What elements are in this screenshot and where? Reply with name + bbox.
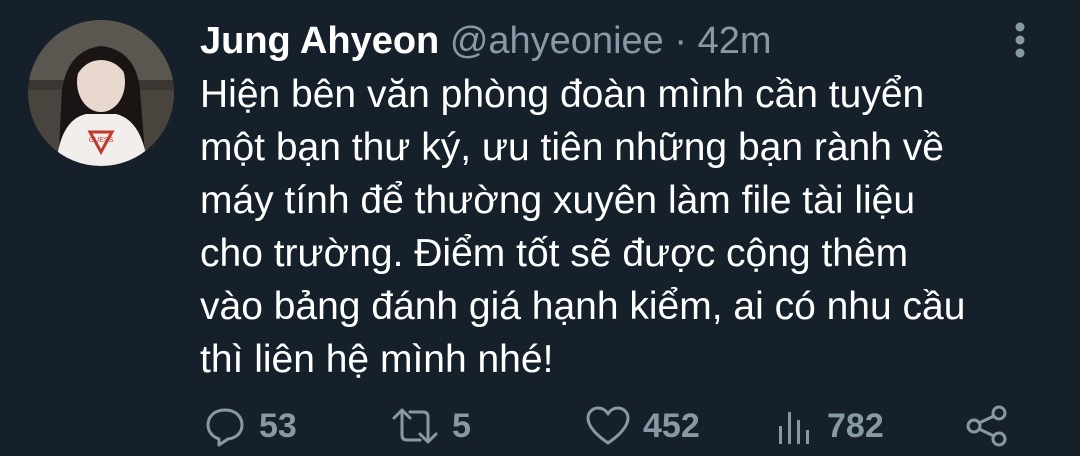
reply-icon	[206, 408, 244, 447]
retweet-count: 5	[452, 406, 471, 445]
share-button[interactable]	[965, 400, 1009, 452]
reply-count: 53	[259, 406, 297, 445]
avatar[interactable]: GUESS	[28, 20, 174, 166]
like-count: 452	[643, 406, 700, 445]
views-count: 782	[827, 406, 884, 445]
avatar-shirt-text: GUESS	[89, 137, 114, 144]
separator-dot: ·	[674, 20, 688, 62]
like-button[interactable]: 452	[585, 400, 700, 452]
tweet-timestamp[interactable]: 42m	[698, 20, 772, 62]
tweet-text: Hiện bên văn phòng đoàn mình cần tuyển m…	[200, 73, 966, 381]
retweet-icon	[392, 408, 438, 444]
more-options-icon[interactable]	[1004, 18, 1036, 62]
author-name[interactable]: Jung Ahyeon	[200, 20, 439, 62]
retweet-button[interactable]: 5	[390, 400, 471, 452]
avatar-photo: GUESS	[28, 20, 174, 166]
author-handle[interactable]: @ahyeoniee	[450, 20, 664, 62]
analytics-icon	[779, 412, 809, 444]
tweet-actions: 53 5 452 782	[195, 400, 1045, 452]
tweet-header: Jung Ahyeon @ahyeoniee · 42m	[200, 18, 772, 64]
views-button[interactable]: 782	[775, 400, 884, 452]
reply-button[interactable]: 53	[203, 400, 297, 452]
share-icon	[966, 405, 1007, 447]
heart-icon	[586, 406, 630, 445]
